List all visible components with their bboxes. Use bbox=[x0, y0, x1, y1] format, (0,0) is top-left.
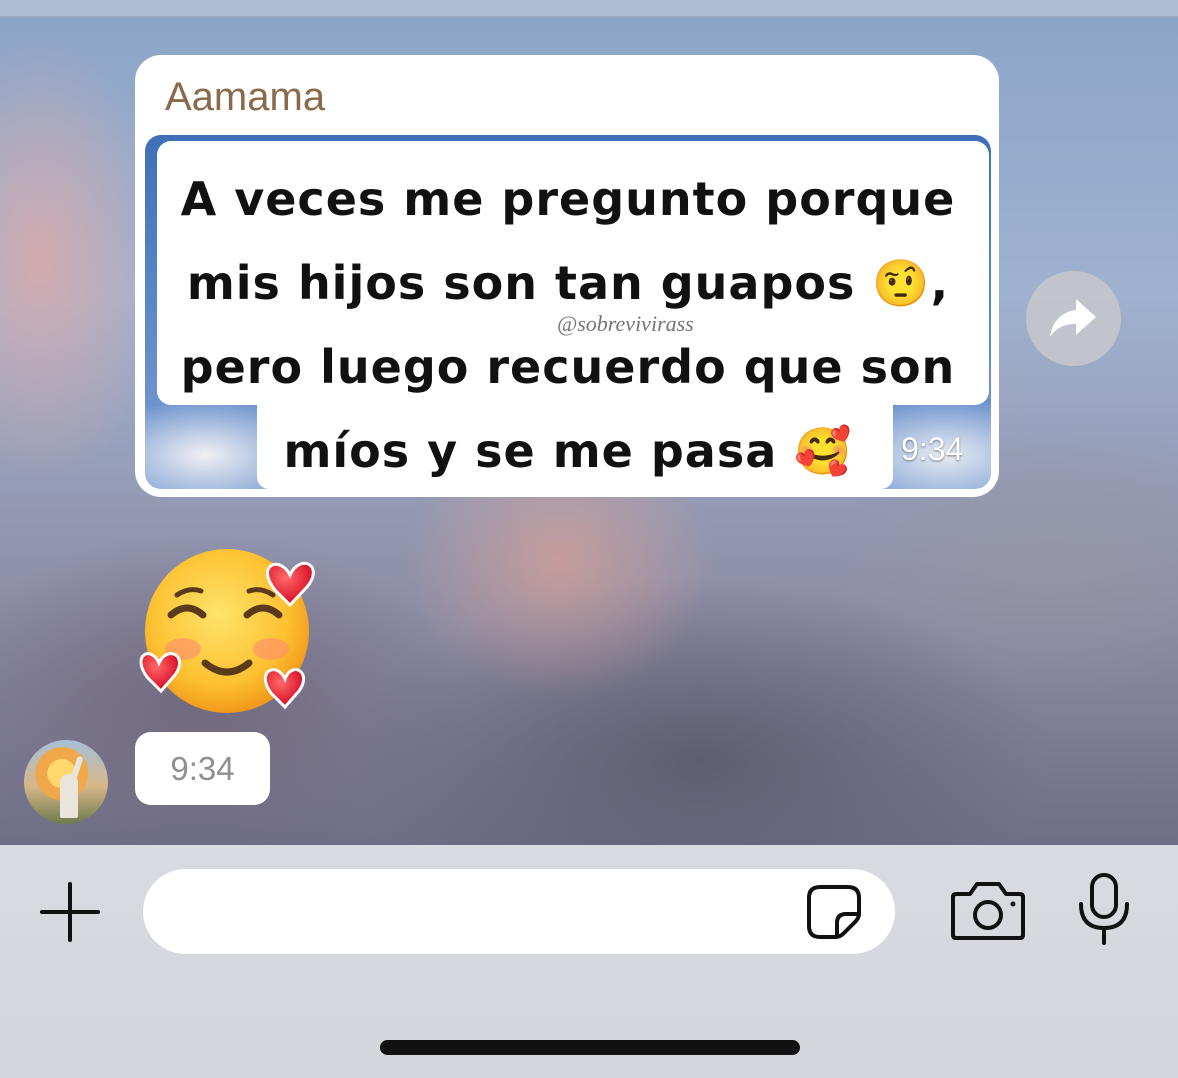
sticker-icon[interactable] bbox=[806, 884, 862, 940]
microphone-icon[interactable] bbox=[1076, 872, 1132, 946]
forward-icon bbox=[1050, 299, 1096, 337]
meme-photo[interactable]: A veces me pregunto porque mis hijos son… bbox=[145, 135, 991, 489]
meme-watermark: @sobrevivirass bbox=[557, 311, 694, 336]
forward-button[interactable] bbox=[1026, 271, 1121, 366]
sender-name[interactable]: Aamama bbox=[165, 75, 325, 120]
photo-message-bubble[interactable]: Aamama A veces me pregunto porque mis hi… bbox=[135, 55, 999, 497]
emoji-message-time-bubble[interactable]: 9:34 bbox=[135, 732, 270, 805]
message-time: 9:34 bbox=[170, 750, 235, 787]
sender-avatar[interactable] bbox=[24, 740, 108, 824]
plus-icon[interactable] bbox=[38, 880, 102, 944]
message-time: 9:34 bbox=[901, 431, 964, 467]
top-divider bbox=[0, 0, 1178, 17]
home-indicator[interactable] bbox=[380, 1040, 800, 1055]
meme-line-4: míos y se me pasa 🥰 bbox=[283, 424, 853, 478]
camera-icon[interactable] bbox=[950, 880, 1026, 942]
meme-line-1: A veces me pregunto porque bbox=[180, 172, 956, 226]
message-input[interactable] bbox=[143, 869, 895, 954]
meme-line-3: pero luego recuerdo que son bbox=[180, 340, 956, 394]
avatar-arm bbox=[70, 755, 84, 781]
avatar-figure bbox=[60, 774, 78, 818]
smiling-face-with-hearts-emoji[interactable] bbox=[135, 545, 325, 715]
